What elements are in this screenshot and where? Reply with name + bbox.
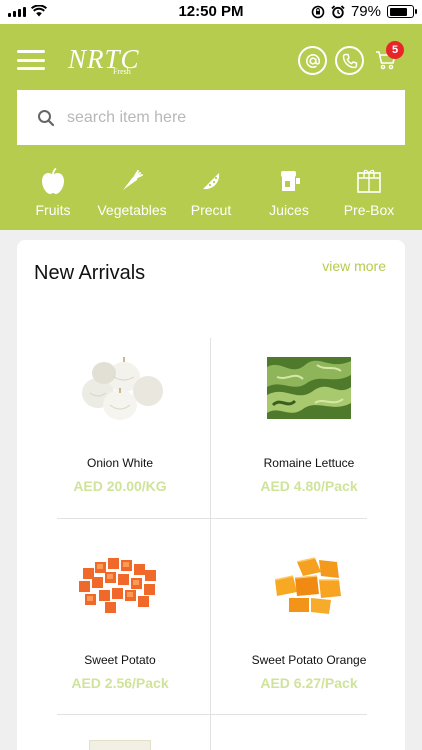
orientation-lock-icon: [311, 5, 325, 18]
battery-percent: 79%: [350, 3, 381, 20]
product-image: [30, 545, 210, 625]
new-arrivals-card: New Arrivals view more Onion White AED 2…: [17, 240, 405, 750]
product-card-onion-white[interactable]: Onion White AED 20.00/KG: [30, 348, 210, 494]
view-more-link[interactable]: view more: [322, 258, 386, 274]
product-card-sweet-potato-orange[interactable]: Sweet Potato Orange AED 6.27/Pack: [219, 545, 399, 691]
product-card-romaine-lettuce[interactable]: Romaine Lettuce AED 4.80/Pack: [219, 348, 399, 494]
alarm-icon: [331, 4, 345, 18]
grid-divider-horizontal: [57, 714, 367, 715]
product-name: Sweet Potato Orange: [251, 653, 367, 667]
category-pre-box[interactable]: Pre-Box: [327, 166, 411, 218]
search-icon: [37, 109, 55, 127]
grid-divider-vertical: [210, 338, 211, 750]
category-precut[interactable]: Precut: [169, 166, 253, 218]
product-card-sweet-potato[interactable]: Sweet Potato AED 2.56/Pack: [30, 545, 210, 691]
product-image: [30, 348, 210, 428]
email-button[interactable]: [298, 46, 327, 75]
section-title: New Arrivals: [34, 262, 146, 284]
at-sign-icon: [305, 53, 320, 68]
category-juices[interactable]: Juices: [247, 166, 331, 218]
menu-icon[interactable]: [17, 50, 45, 70]
category-label: Pre-Box: [343, 202, 395, 218]
app-logo-subtitle: Fresh: [113, 67, 131, 76]
status-bar: 12:50 PM 79%: [0, 0, 422, 24]
app-header: NRTC Fresh 5 search item here Fruits Veg…: [0, 24, 422, 230]
product-price: AED 4.80/Pack: [260, 478, 358, 494]
product-name: Romaine Lettuce: [263, 456, 355, 470]
phone-icon: [342, 53, 357, 68]
search-input[interactable]: [67, 108, 367, 127]
category-vegetables[interactable]: Vegetables: [90, 166, 174, 218]
search-bar[interactable]: [17, 90, 405, 145]
cart-count-badge: 5: [386, 41, 404, 59]
product-image-partial[interactable]: [89, 740, 151, 750]
carrot-icon: [120, 166, 144, 196]
product-price: AED 6.27/Pack: [260, 675, 358, 691]
category-label: Vegetables: [97, 202, 167, 218]
product-price: AED 20.00/KG: [73, 478, 167, 494]
category-fruits[interactable]: Fruits: [11, 166, 95, 218]
apple-icon: [40, 166, 66, 196]
product-price: AED 2.56/Pack: [71, 675, 169, 691]
juicer-icon: [276, 166, 302, 196]
product-image: [219, 545, 399, 625]
call-button[interactable]: [335, 46, 364, 75]
battery-icon: [387, 5, 417, 18]
category-label: Juices: [269, 202, 309, 218]
watermelon-slice-icon: [199, 166, 223, 196]
gift-box-icon: [356, 166, 382, 196]
product-name: Sweet Potato: [84, 653, 156, 667]
category-label: Precut: [190, 202, 232, 218]
product-name: Onion White: [86, 456, 154, 470]
grid-divider-horizontal: [57, 518, 367, 519]
category-label: Fruits: [35, 202, 71, 218]
product-image: [219, 348, 399, 428]
category-bar: Fruits Vegetables Precut Juices Pre-Box: [0, 166, 422, 226]
